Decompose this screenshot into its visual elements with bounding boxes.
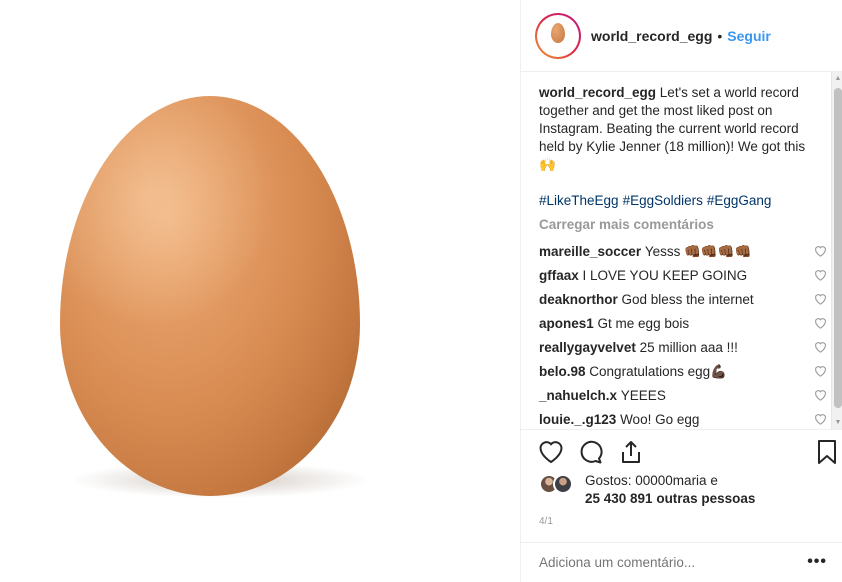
post-caption: world_record_egg Let's set a world recor… [539,84,815,174]
media-counter: 4/1 [539,516,553,527]
comment-username[interactable]: mareille_soccer [539,243,641,261]
likes-summary: Gostos: 00000maria e 25 430 891 outras p… [539,472,755,508]
egg-photo [60,96,360,496]
share-icon[interactable] [617,438,645,466]
add-comment-bar: ••• [521,542,842,582]
hashtags: #LikeTheEgg #EggSoldiers #EggGang [539,192,815,210]
comment-username[interactable]: _nahuelch.x [539,387,617,405]
scrollbar-thumb[interactable] [834,88,842,408]
comment-text: Woo! Go egg [620,412,700,427]
comment-username[interactable]: gffaax [539,267,579,285]
comment-row: _nahuelch.x YEEES [539,384,826,408]
comment-row: mareille_soccer Yesss 👊🏾👊🏾👊🏾👊🏾 [539,240,826,264]
scroll-down-arrow-icon[interactable]: ▼ [834,419,842,427]
heart-icon[interactable] [814,341,827,353]
header-separator: • [717,27,723,44]
bookmark-icon[interactable] [813,438,841,466]
heart-icon[interactable] [814,389,827,401]
scroll-up-arrow-icon[interactable]: ▲ [834,75,842,83]
comment-text: YEEES [620,388,666,403]
add-comment-input[interactable] [539,555,789,570]
comments-panel[interactable]: world_record_egg Let's set a world recor… [521,72,842,430]
follow-button[interactable]: Seguir [727,28,771,44]
post-actions [537,438,836,468]
likes-line-2: 25 430 891 outras pessoas [585,491,756,506]
load-more-comments[interactable]: Carregar mais comentários [539,216,815,234]
egg-avatar-icon [540,17,576,54]
comment-icon[interactable] [577,438,605,466]
egg-image [60,96,360,496]
comment-text: Yesss 👊🏾👊🏾👊🏾👊🏾 [644,244,752,259]
header-username[interactable]: world_record_egg [591,28,712,44]
more-options-icon[interactable]: ••• [807,553,827,571]
comments-list: world_record_egg Let's set a world recor… [539,84,826,429]
heart-icon[interactable] [814,365,827,377]
comment-username[interactable]: louie._.g123 [539,411,616,429]
avatar-inner [537,14,579,57]
comment-row: belo.98 Congratulations egg💪🏿 [539,360,826,384]
hashtag-eggsoldiers[interactable]: #EggSoldiers [623,193,703,208]
heart-icon[interactable] [814,413,827,425]
avatar[interactable] [553,474,573,494]
comment-row: reallygayvelvet 25 million aaa !!! [539,336,826,360]
comment-row: gffaax I LOVE YOU KEEP GOING [539,264,826,288]
comment-username[interactable]: reallygayvelvet [539,339,636,357]
comment-username[interactable]: deaknorthor [539,291,618,309]
heart-icon[interactable] [537,438,565,466]
caption-username[interactable]: world_record_egg [539,85,656,100]
comment-username[interactable]: apones1 [539,315,594,333]
comment-row: louie._.g123 Woo! Go egg [539,408,826,429]
comment-row: deaknorthor God bless the internet [539,288,826,312]
heart-icon[interactable] [814,293,827,305]
comment-text: I LOVE YOU KEEP GOING [582,268,748,283]
likes-text[interactable]: Gostos: 00000maria e 25 430 891 outras p… [585,472,755,508]
likes-line-1: Gostos: 00000maria e [585,473,718,488]
heart-icon[interactable] [814,245,827,257]
post-sidebar: world_record_egg • Seguir world_record_e… [520,0,842,582]
comment-text: God bless the internet [621,292,754,307]
liker-avatars [539,472,579,494]
hashtag-egggang[interactable]: #EggGang [707,193,772,208]
comment-text: 25 million aaa !!! [639,340,738,355]
profile-avatar[interactable] [535,12,581,59]
comments-scrollbar[interactable]: ▲ ▼ [831,72,842,429]
post-media[interactable] [0,0,520,582]
heart-icon[interactable] [814,317,827,329]
comment-text: Congratulations egg💪🏿 [589,364,727,379]
hashtag-liketheegg[interactable]: #LikeTheEgg [539,193,619,208]
comment-row: apones1 Gt me egg bois [539,312,826,336]
comment-username[interactable]: belo.98 [539,363,586,381]
post-header: world_record_egg • Seguir [521,0,842,72]
heart-icon[interactable] [814,269,827,281]
comment-text: Gt me egg bois [597,316,690,331]
